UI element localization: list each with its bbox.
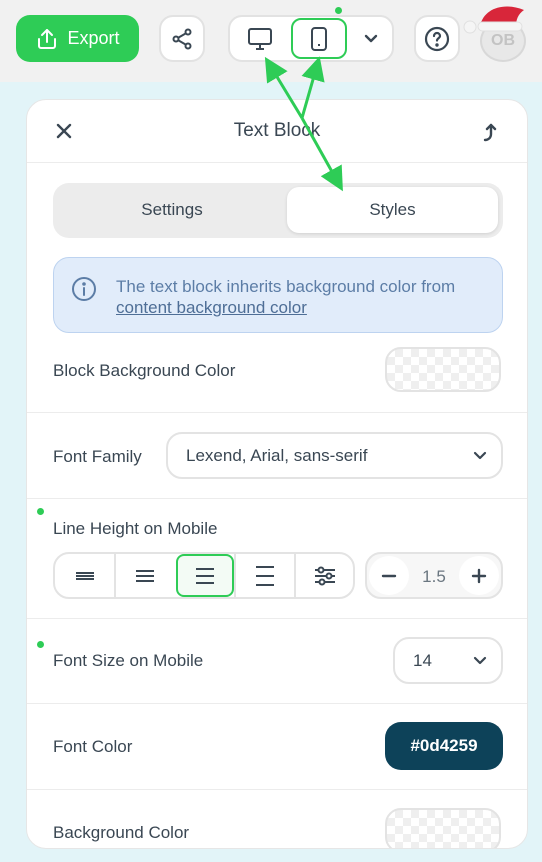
content-background-link[interactable]: content background color bbox=[116, 298, 307, 317]
font-size-label: Font Size on Mobile bbox=[53, 651, 204, 670]
settings-styles-tabs: Settings Styles bbox=[53, 183, 503, 238]
normal-lines-icon bbox=[196, 567, 214, 584]
line-height-custom-button[interactable] bbox=[295, 554, 355, 597]
mobile-override-dot bbox=[37, 641, 44, 648]
help-icon bbox=[424, 26, 450, 51]
sliders-icon bbox=[315, 566, 335, 585]
device-dropdown-button[interactable] bbox=[349, 18, 393, 59]
line-height-stepper: 1.5 bbox=[365, 552, 503, 599]
mobile-override-dot bbox=[37, 508, 44, 515]
font-family-value: Lexend, Arial, sans-serif bbox=[186, 445, 368, 465]
background-color-picker[interactable] bbox=[385, 808, 501, 848]
mobile-icon bbox=[311, 26, 327, 51]
line-height-normal-button[interactable] bbox=[176, 554, 234, 597]
info-notice: The text block inherits background color… bbox=[53, 257, 503, 333]
export-label: Export bbox=[67, 28, 120, 48]
info-icon bbox=[72, 277, 96, 301]
desktop-view-button[interactable] bbox=[232, 18, 288, 59]
font-color-picker[interactable]: #0d4259 bbox=[385, 722, 503, 770]
share-button[interactable] bbox=[159, 15, 205, 62]
line-height-label: Line Height on Mobile bbox=[53, 519, 218, 538]
device-switcher bbox=[228, 15, 394, 62]
help-button[interactable] bbox=[414, 15, 460, 62]
divider bbox=[27, 703, 527, 704]
mobile-indicator-dot bbox=[335, 7, 342, 14]
panel-title: Text Block bbox=[233, 120, 321, 141]
font-size-value: 14 bbox=[413, 650, 432, 670]
share-icon bbox=[172, 28, 192, 49]
plus-icon bbox=[471, 568, 487, 583]
text-block-panel: Text Block Settings Styles The text bloc… bbox=[26, 99, 528, 849]
block-background-label: Block Background Color bbox=[53, 361, 236, 380]
santa-hat-icon bbox=[463, 6, 524, 34]
font-size-select[interactable]: 14 bbox=[393, 637, 503, 684]
line-height-options bbox=[53, 552, 355, 599]
font-color-label: Font Color bbox=[53, 737, 133, 756]
loose-lines-icon bbox=[256, 565, 274, 586]
compact-lines-icon bbox=[136, 569, 154, 582]
block-background-color-picker[interactable] bbox=[385, 347, 501, 392]
export-icon bbox=[38, 28, 57, 49]
collapse-icon[interactable] bbox=[479, 121, 501, 143]
line-height-compact-button[interactable] bbox=[115, 554, 175, 597]
chevron-down-icon bbox=[473, 451, 487, 459]
background-color-label: Background Color bbox=[53, 823, 190, 842]
font-family-label: Font Family bbox=[53, 447, 142, 466]
avatar-initials: OB bbox=[491, 32, 515, 49]
line-height-loose-button[interactable] bbox=[235, 554, 295, 597]
divider bbox=[27, 498, 527, 499]
divider bbox=[27, 412, 527, 413]
font-family-select[interactable]: Lexend, Arial, sans-serif bbox=[166, 432, 503, 479]
chevron-down-icon bbox=[473, 656, 487, 664]
divider bbox=[27, 789, 527, 790]
tight-lines-icon bbox=[76, 571, 94, 580]
info-message: The text block inherits background color… bbox=[116, 277, 456, 296]
tab-styles[interactable]: Styles bbox=[287, 187, 498, 233]
export-button[interactable]: Export bbox=[16, 15, 139, 62]
font-color-value: #0d4259 bbox=[410, 736, 478, 755]
increment-button[interactable] bbox=[459, 556, 499, 595]
mobile-view-button[interactable] bbox=[291, 18, 347, 59]
divider bbox=[27, 618, 527, 619]
top-toolbar: Export OB bbox=[0, 0, 542, 82]
tab-settings[interactable]: Settings bbox=[57, 187, 287, 233]
info-text: The text block inherits background color… bbox=[116, 276, 486, 318]
desktop-icon bbox=[248, 27, 272, 50]
chevron-down-icon bbox=[364, 34, 378, 42]
line-height-tight-button[interactable] bbox=[55, 554, 115, 597]
panel-header: Text Block bbox=[27, 100, 527, 163]
